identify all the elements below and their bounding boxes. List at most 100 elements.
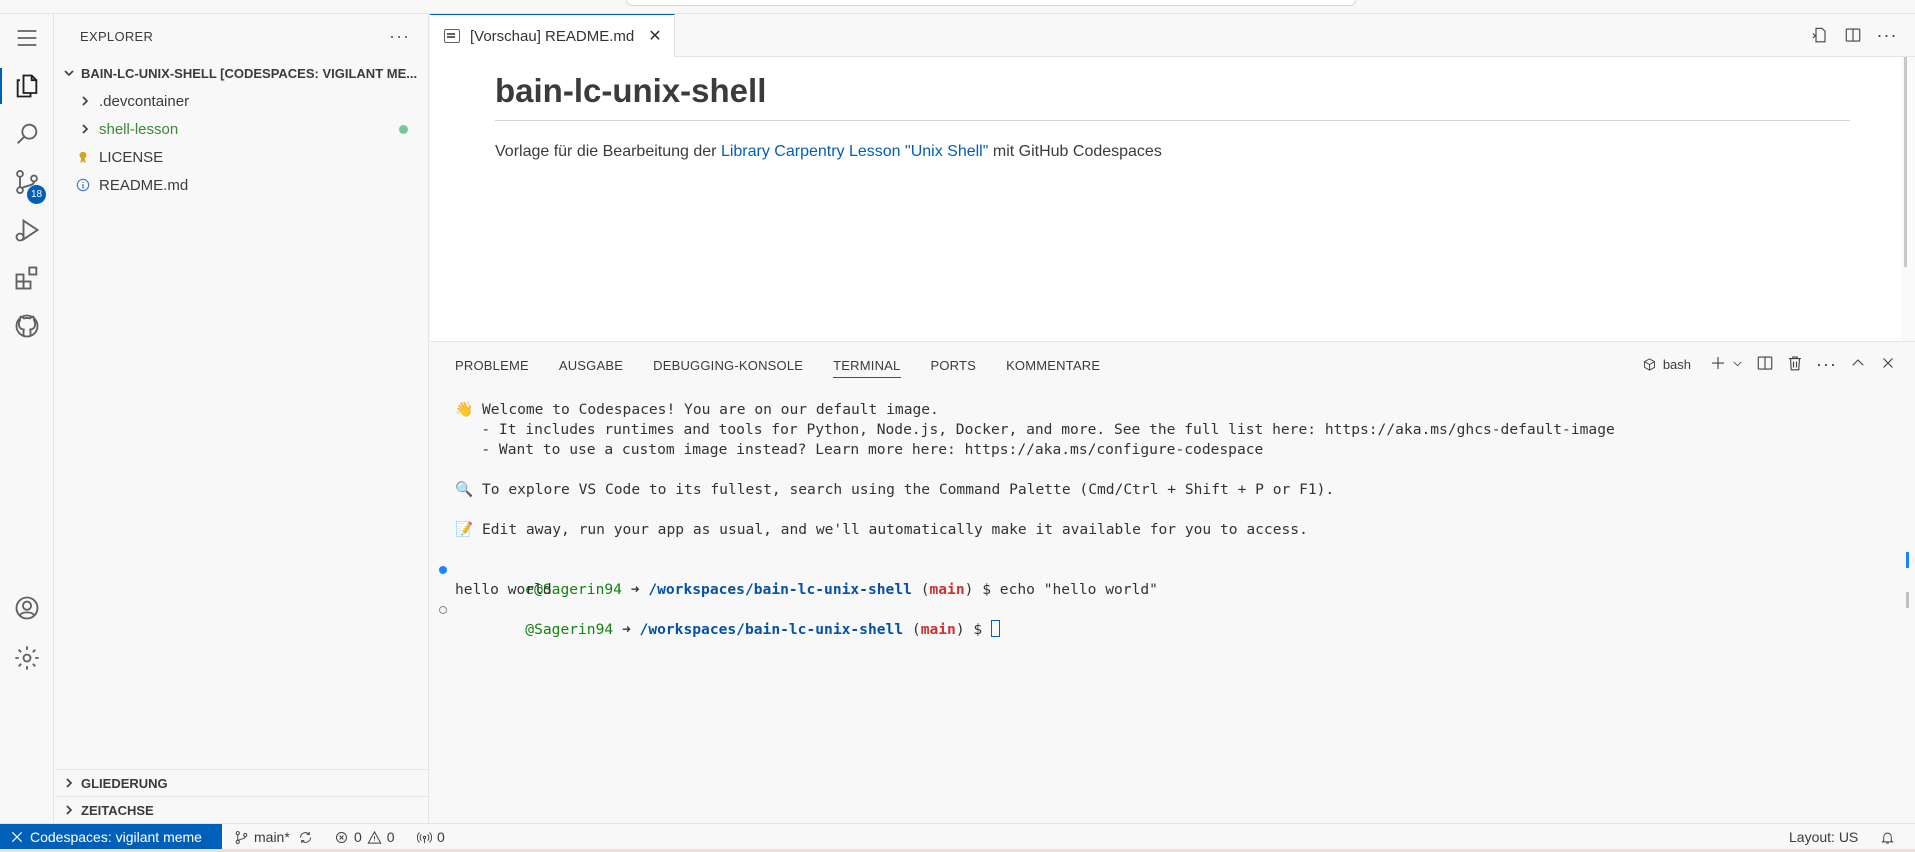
- sync-icon: [300, 831, 311, 843]
- tab-ports[interactable]: PORTS: [931, 342, 977, 388]
- accounts-button[interactable]: [0, 584, 54, 632]
- tab-readme-preview[interactable]: [Vorschau] README.md ✕: [430, 14, 675, 57]
- split-icon: [1757, 356, 1773, 370]
- error-count: 0: [354, 829, 362, 845]
- explorer-more-button[interactable]: ···: [389, 26, 410, 47]
- panel-more-button[interactable]: ···: [1816, 354, 1837, 375]
- title-bar: [0, 0, 1915, 14]
- terminal-prompt-line: e@Sagerin94 ➜ /workspaces/bain-lc-unix-s…: [430, 560, 1900, 598]
- remote-indicator[interactable]: Codespaces: vigilant meme: [0, 824, 222, 850]
- workspace-root-folder[interactable]: BAIN-LC-UNIX-SHELL [CODESPACES: VIGILANT…: [55, 59, 428, 87]
- bottom-panel: PROBLEME AUSGABE DEBUGGING-KONSOLE TERMI…: [430, 341, 1915, 823]
- keyboard-layout[interactable]: Layout: US: [1789, 824, 1858, 850]
- run-debug-button[interactable]: [0, 206, 54, 254]
- paragraph-text: Vorlage für die Bearbeitung der: [495, 143, 721, 160]
- branch-icon: [235, 830, 248, 844]
- readme-paragraph: Vorlage für die Bearbeitung der Library …: [495, 143, 1850, 161]
- tree-item-label: .devcontainer: [99, 92, 190, 110]
- terminal-selector[interactable]: bash: [1642, 357, 1691, 372]
- editor-more-button[interactable]: ···: [1877, 25, 1897, 45]
- close-icon: [1883, 358, 1893, 368]
- settings-button[interactable]: [0, 634, 54, 682]
- chevron-down-icon: [1733, 361, 1742, 366]
- split-terminal-button[interactable]: [1756, 354, 1774, 375]
- source-control-button[interactable]: 18: [0, 158, 54, 206]
- chevron-right-icon: [77, 121, 93, 137]
- extensions-icon: [15, 266, 38, 290]
- menu-button[interactable]: [0, 14, 54, 62]
- terminal-cube-icon: [1643, 358, 1655, 371]
- command-center[interactable]: [626, 0, 1356, 6]
- remote-icon: [11, 831, 23, 843]
- command-success-decoration[interactable]: [439, 566, 447, 574]
- terminal-line: 📝 Edit away, run your app as usual, and …: [455, 521, 1308, 538]
- gear-icon: [15, 646, 39, 670]
- tree-item-shell-lesson[interactable]: shell-lesson: [55, 115, 428, 143]
- tree-item-license[interactable]: LICENSE: [55, 143, 428, 171]
- tree-item-devcontainer[interactable]: .devcontainer: [55, 87, 428, 115]
- github-button[interactable]: [0, 302, 54, 350]
- sidebar-bottom-sections: GLIEDERUNG ZEITACHSE: [55, 769, 429, 823]
- notifications-button[interactable]: [1880, 824, 1895, 850]
- outline-label: GLIEDERUNG: [81, 775, 168, 791]
- split-editor-button[interactable]: [1843, 25, 1863, 45]
- kill-terminal-button[interactable]: [1786, 354, 1804, 375]
- tab-problems[interactable]: PROBLEME: [455, 342, 529, 388]
- status-bar: Codespaces: vigilant meme main* 0 0 0 La…: [0, 823, 1915, 850]
- terminal-cursor: [991, 620, 1001, 637]
- explorer-sidebar: EXPLORER ··· BAIN-LC-UNIX-SHELL [CODESPA…: [55, 14, 429, 823]
- chevron-down-icon: [61, 65, 77, 81]
- vscode-window: 18 EXPLORER ··· BAIN-LC-UNIX-SHELL [CODE…: [0, 0, 1915, 852]
- github-icon: [15, 314, 39, 338]
- terminal-dropdown-button[interactable]: [1731, 357, 1744, 373]
- tab-terminal[interactable]: TERMINAL: [833, 342, 901, 388]
- close-panel-button[interactable]: [1879, 354, 1897, 375]
- open-source-button[interactable]: [1809, 25, 1829, 45]
- broadcast-icon: [417, 831, 432, 843]
- terminal-line: - Want to use a custom image instead? Le…: [455, 441, 1264, 458]
- panel-actions: bash ···: [1642, 354, 1897, 375]
- lesson-link[interactable]: Library Carpentry Lesson "Unix Shell": [721, 143, 988, 160]
- license-icon: [75, 149, 91, 165]
- tab-comments[interactable]: KOMMENTARE: [1006, 342, 1100, 388]
- terminal-output[interactable]: 👋 Welcome to Codespaces! You are on our …: [430, 400, 1900, 638]
- terminal-line: hello world: [455, 581, 552, 598]
- terminal-scrollbar[interactable]: [1906, 592, 1909, 608]
- maximize-panel-button[interactable]: [1849, 354, 1867, 375]
- editor-scrollbar[interactable]: [1901, 57, 1915, 341]
- explorer-title: EXPLORER: [80, 29, 154, 44]
- tree-item-readme[interactable]: README.md: [55, 171, 428, 199]
- error-icon: [336, 831, 347, 843]
- tree-item-label: README.md: [99, 176, 189, 194]
- tab-output[interactable]: AUSGABE: [559, 342, 623, 388]
- outline-section[interactable]: GLIEDERUNG: [55, 769, 429, 796]
- ports-indicator[interactable]: 0: [417, 824, 445, 850]
- explorer-header: EXPLORER ···: [55, 14, 428, 59]
- chevron-up-icon: [1852, 359, 1864, 366]
- chevron-right-icon: [61, 775, 77, 791]
- terminal-line-empty: [430, 540, 1900, 560]
- new-terminal-button[interactable]: [1709, 354, 1727, 375]
- editor-area: [Vorschau] README.md ✕ ··· bain-lc-unix-…: [430, 14, 1915, 341]
- editor-tabs: [Vorschau] README.md ✕ ···: [430, 14, 1915, 57]
- branch-indicator[interactable]: main*: [234, 824, 290, 850]
- prompt-branch-open: (: [903, 621, 921, 638]
- plus-icon: [1712, 357, 1725, 369]
- tab-debug-console[interactable]: DEBUGGING-KONSOLE: [653, 342, 803, 388]
- chevron-right-icon: [61, 802, 77, 818]
- preview-icon: [444, 29, 460, 43]
- timeline-section[interactable]: ZEITACHSE: [55, 796, 429, 823]
- tab-label: [Vorschau] README.md: [470, 27, 635, 45]
- extensions-button[interactable]: [0, 254, 54, 302]
- command-decoration[interactable]: [439, 606, 447, 614]
- problems-indicator[interactable]: 0 0: [334, 824, 395, 850]
- explorer-button[interactable]: [0, 62, 54, 110]
- sync-button[interactable]: [298, 824, 313, 850]
- paragraph-text: mit GitHub Codespaces: [988, 143, 1162, 160]
- close-icon[interactable]: ✕: [648, 26, 661, 46]
- trash-icon: [1789, 356, 1802, 371]
- search-button[interactable]: [0, 110, 54, 158]
- timeline-label: ZEITACHSE: [81, 802, 154, 818]
- layout-label: Layout: US: [1789, 829, 1859, 845]
- open-source-icon: [1812, 27, 1826, 43]
